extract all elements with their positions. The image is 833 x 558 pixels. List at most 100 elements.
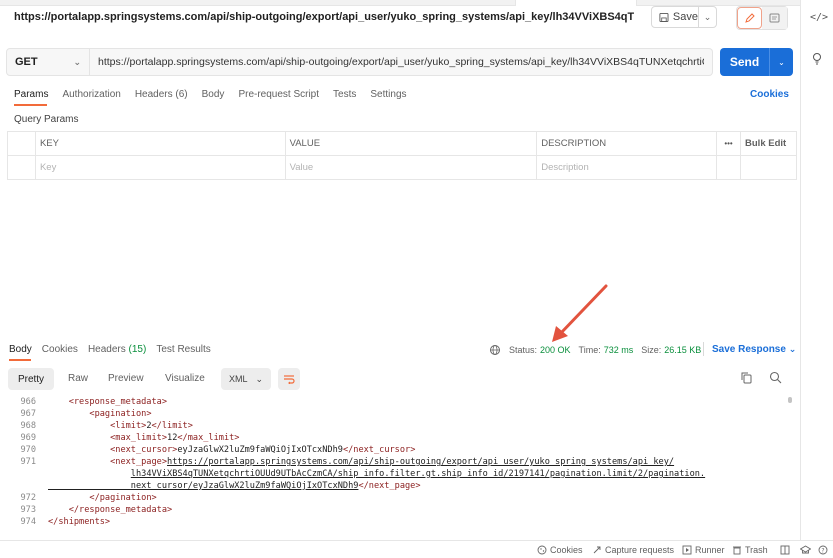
line-number: 966 (20, 397, 36, 407)
status-value[interactable]: 200 OK (540, 345, 571, 355)
code-text: <max_limit>12</max_limit> (110, 433, 240, 443)
code-text: </pagination> (89, 493, 157, 503)
time-value[interactable]: 732 ms (604, 345, 634, 355)
value-column-header: VALUE (284, 131, 538, 156)
format-pretty-button[interactable]: Pretty (8, 368, 54, 390)
format-type-label: XML (229, 374, 248, 384)
layout-toggle-button[interactable] (780, 545, 790, 555)
cookies-label: Cookies (550, 545, 583, 555)
description-column-header: DESCRIPTION (536, 131, 718, 156)
trash-button[interactable]: Trash (732, 545, 768, 555)
save-label: Save (672, 11, 698, 23)
code-text: <limit>2</limit> (110, 421, 193, 431)
tab-prerequest-script[interactable]: Pre-request Script (238, 89, 319, 100)
chevron-down-icon: ⌄ (703, 11, 712, 22)
tab-response-headers[interactable]: Headers (15) (88, 344, 146, 355)
more-options-button[interactable]: ••• (716, 131, 742, 156)
runner-button[interactable]: Runner (682, 545, 725, 555)
active-tab-indicator (14, 104, 47, 106)
row-extra-cell (716, 155, 742, 180)
save-button-group: Save ⌄ (651, 6, 717, 28)
save-button[interactable]: Save (652, 7, 699, 27)
format-raw-button[interactable]: Raw (68, 373, 88, 384)
trash-label: Trash (745, 545, 768, 555)
line-number: 970 (20, 445, 36, 455)
comments-button[interactable] (762, 7, 787, 29)
format-type-select[interactable]: XML ⌄ (221, 368, 271, 390)
copy-icon[interactable] (741, 372, 752, 384)
code-text: <next_cursor>eyJzaGlwX2luZm9faWQiOjIxOTc… (110, 445, 416, 455)
code-text: <response_metadata> (68, 397, 168, 407)
wrap-lines-button[interactable] (278, 368, 300, 390)
edit-icon (745, 12, 755, 23)
tab-authorization[interactable]: Authorization (62, 89, 120, 100)
headers-count: (15) (128, 344, 147, 355)
runner-label: Runner (695, 545, 725, 555)
method-select[interactable]: GET ⌄ (6, 48, 90, 76)
chevron-down-icon: ⌄ (778, 57, 785, 67)
layout-icon (780, 545, 790, 555)
key-input[interactable]: Key (34, 155, 286, 180)
status-label: Status: (509, 345, 538, 355)
globe-icon[interactable] (489, 344, 501, 356)
description-input[interactable]: Description (536, 155, 718, 180)
request-tabs: Params Authorization Headers (6) Body Pr… (14, 89, 421, 100)
capture-label: Capture requests (605, 545, 675, 555)
bulk-edit-button[interactable]: Bulk Edit (740, 131, 797, 156)
format-visualize-button[interactable]: Visualize (165, 373, 205, 384)
format-preview-button[interactable]: Preview (108, 373, 144, 384)
tab-response-cookies[interactable]: Cookies (42, 344, 78, 355)
scrollbar[interactable] (788, 397, 792, 403)
runner-icon (682, 545, 692, 555)
code-text: </response_metadata> (68, 505, 173, 515)
cookies-link[interactable]: Cookies (750, 89, 789, 100)
send-button-group: Send ⌄ (720, 48, 793, 76)
save-response-label: Save Response (712, 344, 786, 355)
method-label: GET (15, 56, 38, 68)
capture-icon (593, 546, 601, 554)
bootcamp-button[interactable] (800, 545, 811, 555)
headers-label: Headers (87, 344, 126, 355)
size-label: Size: (641, 345, 662, 355)
mode-toggle (736, 6, 788, 30)
row-checkbox-cell (7, 155, 36, 180)
send-options-button[interactable]: ⌄ (770, 48, 793, 76)
tab-response-body[interactable]: Body (9, 344, 32, 355)
tab-test-results[interactable]: Test Results (156, 344, 210, 355)
table-header-row: KEY VALUE DESCRIPTION ••• Bulk Edit (7, 131, 797, 156)
search-icon[interactable] (769, 371, 782, 384)
tab-settings[interactable]: Settings (370, 89, 406, 100)
cookies-button[interactable]: Cookies (537, 545, 583, 555)
edit-button[interactable] (737, 7, 763, 29)
active-response-tab-indicator (9, 359, 31, 361)
tab-headers[interactable]: Headers (6) (135, 89, 188, 100)
help-button[interactable]: ? (818, 545, 828, 555)
query-params-title: Query Params (14, 114, 79, 125)
save-icon (659, 12, 669, 22)
save-options-button[interactable]: ⌄ (699, 12, 716, 23)
tab-params[interactable]: Params (14, 89, 48, 100)
graduation-cap-icon (800, 545, 811, 554)
status-bar: Cookies Capture requests Runner Trash ? (0, 540, 833, 558)
value-input[interactable]: Value (284, 155, 538, 180)
divider (703, 342, 704, 356)
save-response-button[interactable]: Save Response ⌄ (712, 344, 796, 355)
url-input[interactable] (90, 48, 713, 76)
code-icon[interactable]: </> (810, 12, 828, 23)
send-button[interactable]: Send (720, 48, 770, 76)
line-number: 972 (20, 493, 36, 503)
cookie-icon (537, 545, 547, 555)
code-text: </shipments> (48, 517, 111, 527)
response-tabs: Body Cookies Headers (15) Test Results (9, 344, 221, 355)
tab-body[interactable]: Body (202, 89, 225, 100)
capture-requests-button[interactable]: Capture requests (592, 545, 674, 555)
lightbulb-icon[interactable] (811, 52, 823, 66)
time-label: Time: (578, 345, 601, 355)
line-number: 971 (20, 457, 36, 467)
active-request-tab[interactable] (515, 0, 637, 6)
tab-tests[interactable]: Tests (333, 89, 356, 100)
line-number: 968 (20, 421, 36, 431)
line-number: 974 (20, 517, 36, 527)
response-body-code[interactable]: 966 <response_metadata> 967 <pagination> 9… (0, 395, 800, 540)
size-value[interactable]: 26.15 KB (664, 345, 701, 355)
